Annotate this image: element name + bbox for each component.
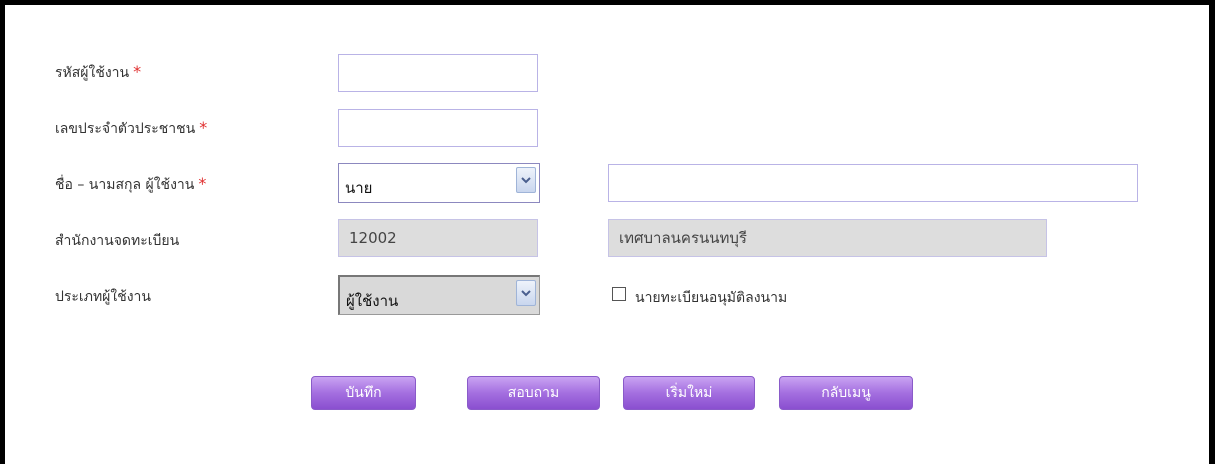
name-title-select[interactable]: นาย [338,163,540,203]
save-button[interactable]: บันทึก [311,376,416,410]
user-type-select[interactable]: ผู้ใช้งาน [338,275,540,315]
approve-checkbox-label: นายทะเบียนอนุมัติลงนาม [635,290,788,306]
user-type-label-text: ประเภทผู้ใช้งาน [55,289,151,305]
required-marker: * [198,174,207,193]
user-id-label-text: รหัสผู้ใช้งาน [55,65,130,81]
user-id-input[interactable] [338,54,538,92]
user-type-value: ผู้ใช้งาน [346,292,399,310]
user-type-label: ประเภทผู้ใช้งาน [55,286,151,308]
chevron-down-icon[interactable] [516,280,536,306]
office-code-field: 12002 [338,219,538,257]
required-marker: * [133,62,142,81]
office-name-field: เทศบาลนครนนทบุรี [608,219,1047,257]
required-marker: * [199,118,208,137]
approve-checkbox[interactable] [612,287,626,301]
fullname-input[interactable] [608,164,1138,202]
fullname-label-text: ชื่อ – นามสกุล ผู้ใช้งาน [55,177,195,193]
office-code-value: 12002 [349,229,397,247]
query-button[interactable]: สอบถาม [467,376,600,410]
user-id-label: รหัสผู้ใช้งาน * [55,62,141,84]
name-title-value: นาย [345,179,373,197]
citizen-id-label: เลขประจำตัวประชาชน * [55,118,207,140]
office-label-text: สำนักงานจดทะเบียน [55,233,180,249]
back-menu-button[interactable]: กลับเมนู [779,376,913,410]
citizen-id-input[interactable] [338,109,538,147]
citizen-id-label-text: เลขประจำตัวประชาชน [55,121,196,137]
office-name-value: เทศบาลนครนนทบุรี [619,229,747,247]
chevron-down-icon[interactable] [516,167,536,193]
reset-button[interactable]: เริ่มใหม่ [623,376,755,410]
fullname-label: ชื่อ – นามสกุล ผู้ใช้งาน * [55,174,206,196]
office-label: สำนักงานจดทะเบียน [55,230,179,252]
